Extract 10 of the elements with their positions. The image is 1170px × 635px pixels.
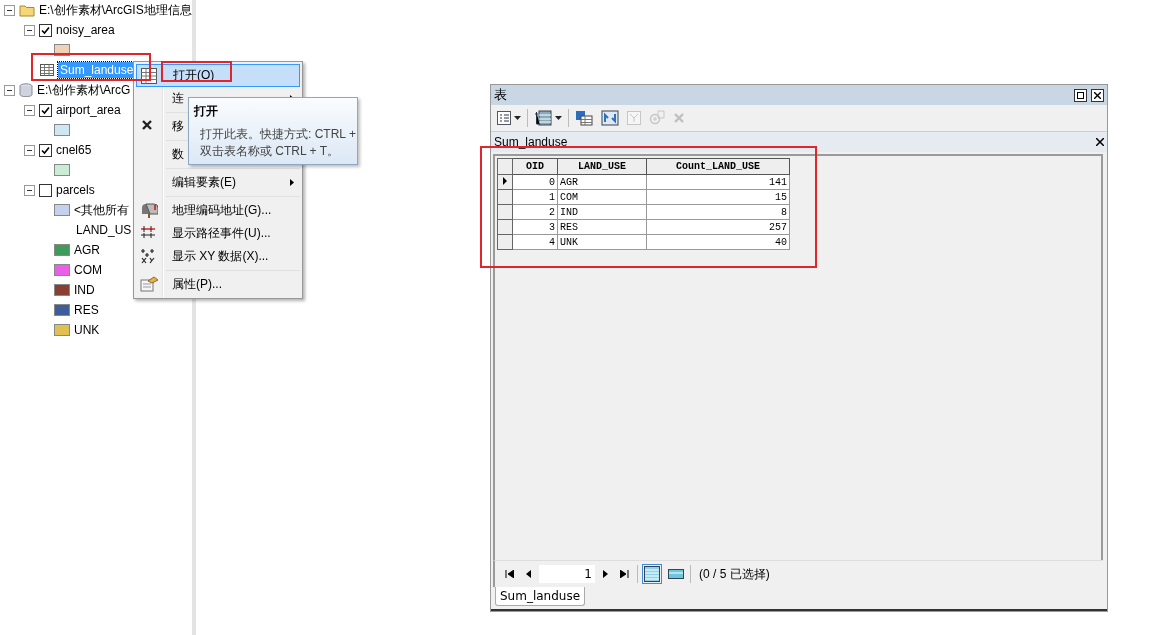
legend-label: RES bbox=[74, 302, 99, 318]
tooltip-title: 打开 bbox=[194, 103, 219, 120]
legend-field: LAND_US bbox=[76, 222, 132, 238]
legend-label: IND bbox=[74, 282, 95, 298]
legend-label: AGR bbox=[74, 242, 100, 258]
legend-label: UNK bbox=[74, 322, 100, 338]
selection-status: (0 / 5 已选择) bbox=[699, 565, 770, 583]
window-title: 表 bbox=[494, 86, 507, 104]
legend-label: COM bbox=[74, 262, 102, 278]
legend-label: <其他所有 bbox=[74, 201, 129, 219]
